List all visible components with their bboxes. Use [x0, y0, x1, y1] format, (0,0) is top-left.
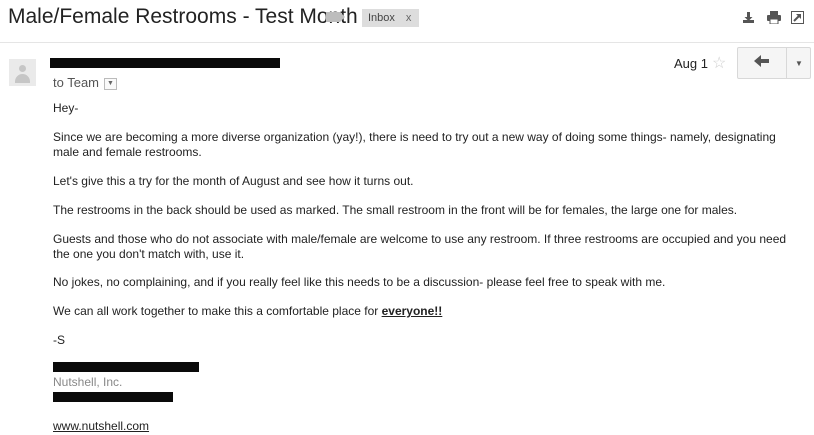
- recipient-details-dropdown[interactable]: ▼: [104, 78, 117, 90]
- paragraph-5: No jokes, no complaining, and if you rea…: [53, 275, 666, 289]
- redacted-signature-name: [53, 362, 199, 372]
- chevron-down-icon: ▼: [795, 58, 803, 68]
- reply-button[interactable]: [738, 48, 786, 78]
- signoff: -S: [53, 333, 65, 347]
- remove-label-icon[interactable]: x: [406, 12, 412, 24]
- redacted-sender: [50, 58, 280, 68]
- paragraph-4: Guests and those who do not associate wi…: [53, 232, 787, 261]
- label-icon[interactable]: [326, 12, 345, 22]
- company-name: Nutshell, Inc.: [53, 375, 123, 389]
- closing-line: We can all work together to make this a …: [53, 304, 798, 319]
- reply-button-group: ▼: [737, 47, 811, 79]
- star-icon[interactable]: ☆: [712, 53, 726, 73]
- paragraph-3: The restrooms in the back should be used…: [53, 203, 738, 217]
- inbox-label-badge[interactable]: Inbox x: [362, 9, 419, 27]
- paragraph-1: Since we are becoming a more diverse org…: [53, 130, 776, 159]
- recipient-line: to Team: [53, 75, 100, 90]
- website-link[interactable]: www.nutshell.com: [53, 419, 149, 433]
- closing-emphasis: everyone!!: [381, 304, 443, 318]
- avatar-icon: [9, 59, 36, 86]
- download-icon[interactable]: [742, 11, 755, 27]
- paragraph-2: Let's give this a try for the month of A…: [53, 174, 414, 188]
- print-icon[interactable]: [767, 11, 781, 27]
- greeting: Hey-: [53, 101, 79, 115]
- email-subject: Male/Female Restrooms - Test Month: [8, 5, 358, 28]
- more-options-button[interactable]: ▼: [786, 48, 811, 78]
- inbox-label-text: Inbox: [368, 12, 395, 24]
- redacted-signature-contact: [53, 392, 173, 402]
- email-date: Aug 1: [674, 56, 708, 71]
- closing-text: We can all work together to make this a …: [53, 304, 382, 318]
- new-window-icon[interactable]: [791, 11, 804, 27]
- reply-icon: [754, 54, 770, 72]
- header-divider: [0, 42, 814, 43]
